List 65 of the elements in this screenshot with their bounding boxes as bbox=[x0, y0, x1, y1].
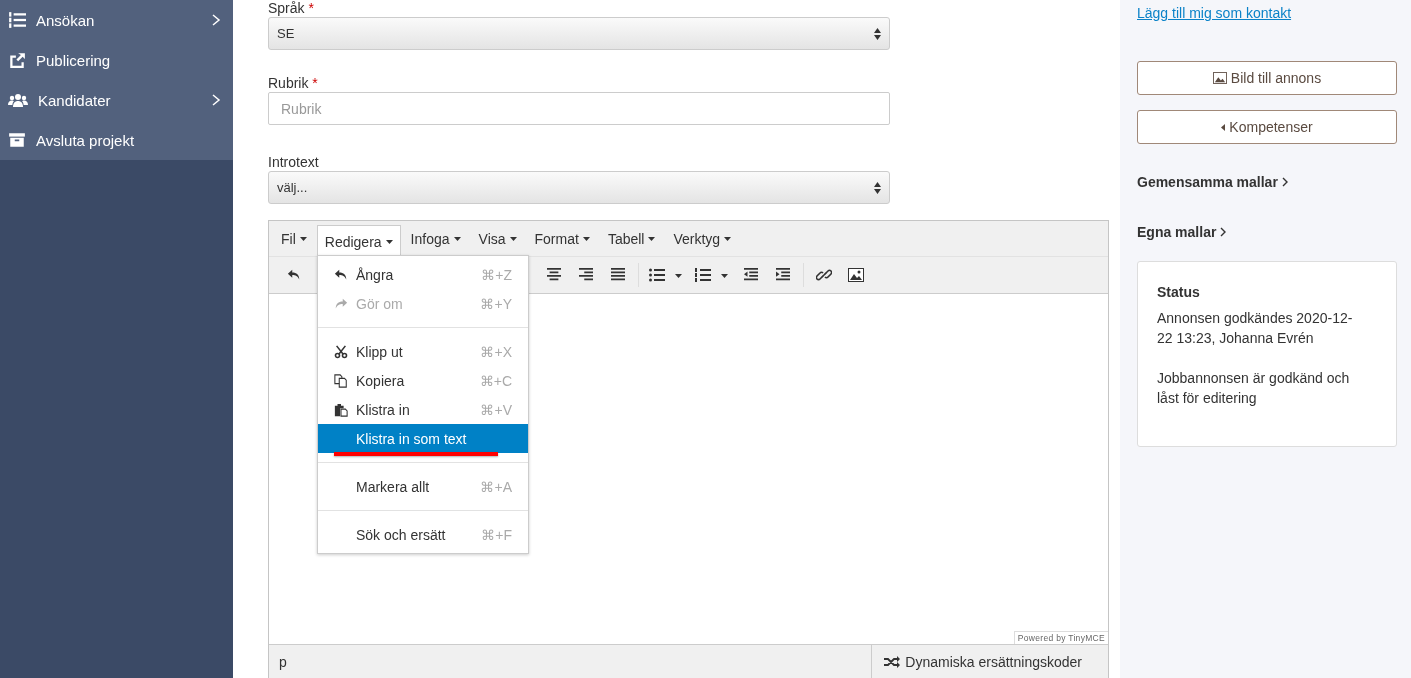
copy-icon bbox=[334, 373, 348, 388]
users-icon bbox=[8, 91, 28, 109]
link-icon bbox=[816, 267, 832, 283]
status-title: Status bbox=[1157, 284, 1201, 300]
contact-link[interactable]: Lägg till mig som kontakt bbox=[1137, 5, 1292, 21]
required-mark: * bbox=[312, 75, 318, 91]
caret-down-icon bbox=[724, 236, 732, 241]
template-link[interactable]: Gemensamma mallar bbox=[1137, 174, 1288, 190]
required-mark: * bbox=[308, 0, 314, 16]
caret-down-icon bbox=[582, 236, 590, 241]
status-text: Jobbannonsen är godkänd och låst för editering bbox=[1157, 369, 1351, 408]
menu-item[interactable]: Kopiera ⌘+C bbox=[318, 366, 528, 395]
sidebar-item[interactable]: Avsluta projekt bbox=[0, 120, 233, 160]
menu-tab[interactable]: Infoga bbox=[402, 224, 469, 253]
text-field[interactable]: Rubrik bbox=[268, 92, 890, 125]
align-center-icon bbox=[546, 268, 562, 282]
caret-down-icon bbox=[299, 236, 307, 241]
chevron-right-icon bbox=[1281, 177, 1288, 187]
indent-icon bbox=[775, 268, 791, 282]
sidebar-item[interactable]: Publicering bbox=[0, 40, 233, 80]
caret-down-icon bbox=[648, 236, 656, 241]
menu-item[interactable]: Klipp ut ⌘+X bbox=[318, 337, 528, 366]
sidebar-item[interactable]: Kandidater bbox=[0, 80, 233, 120]
align-right-icon bbox=[578, 268, 594, 282]
updown-arrows-icon bbox=[874, 27, 881, 40]
clipboard-icon bbox=[334, 402, 348, 417]
updown-arrows-icon bbox=[874, 181, 881, 194]
side-button[interactable]: Bild till annons bbox=[1137, 61, 1397, 95]
menu-item[interactable]: Klistra in ⌘+V bbox=[318, 395, 528, 424]
scissors-icon bbox=[334, 344, 348, 359]
outdent-icon bbox=[743, 268, 759, 282]
template-link[interactable]: Egna mallar bbox=[1137, 224, 1227, 240]
status-text: Annonsen godkändes 2020-12-22 13:23, Johanna Evrén bbox=[1157, 309, 1354, 348]
caret-down-icon bbox=[453, 236, 461, 241]
menu-item[interactable]: Ångra ⌘+Z bbox=[318, 260, 528, 289]
menu-tab[interactable]: Verktyg bbox=[665, 224, 740, 253]
select-field[interactable]: välj... bbox=[268, 171, 890, 204]
side-button[interactable]: Kompetenser bbox=[1137, 110, 1397, 144]
caret-down-icon bbox=[509, 236, 517, 241]
menu-item[interactable]: Markera allt ⌘+A bbox=[318, 472, 528, 501]
chevron-right-icon bbox=[1220, 227, 1227, 237]
field-label: Språk bbox=[268, 0, 305, 16]
branding-label: Powered by TinyMCE bbox=[1013, 631, 1108, 644]
archive-box-icon bbox=[8, 131, 26, 149]
menu-item[interactable]: Klistra in som text bbox=[318, 424, 528, 453]
field-label: Introtext bbox=[268, 154, 319, 170]
select-field[interactable]: SE bbox=[268, 17, 890, 50]
field-label: Rubrik bbox=[268, 75, 309, 91]
bullet-list-caret-icon bbox=[649, 268, 683, 282]
shuffle-icon bbox=[884, 655, 901, 668]
numbered-list-caret-icon bbox=[695, 268, 729, 282]
share-icon bbox=[8, 51, 26, 69]
caret-down-icon bbox=[385, 240, 393, 244]
caret-left-icon bbox=[1221, 123, 1226, 131]
menu-tab[interactable]: Format bbox=[526, 224, 598, 253]
menu-item[interactable]: Sök och ersätt ⌘+F bbox=[318, 520, 528, 549]
numbered-list-icon bbox=[8, 11, 26, 29]
sidebar-item[interactable]: Ansökan bbox=[0, 0, 233, 40]
element-path: p bbox=[278, 653, 288, 670]
image-icon bbox=[1212, 72, 1227, 84]
menu-tab[interactable]: Visa bbox=[470, 224, 525, 253]
justify-icon bbox=[610, 268, 626, 282]
image-icon bbox=[848, 268, 864, 282]
menu-tab[interactable]: Fil bbox=[273, 224, 315, 253]
menu-tab[interactable]: Tabell bbox=[599, 224, 664, 253]
